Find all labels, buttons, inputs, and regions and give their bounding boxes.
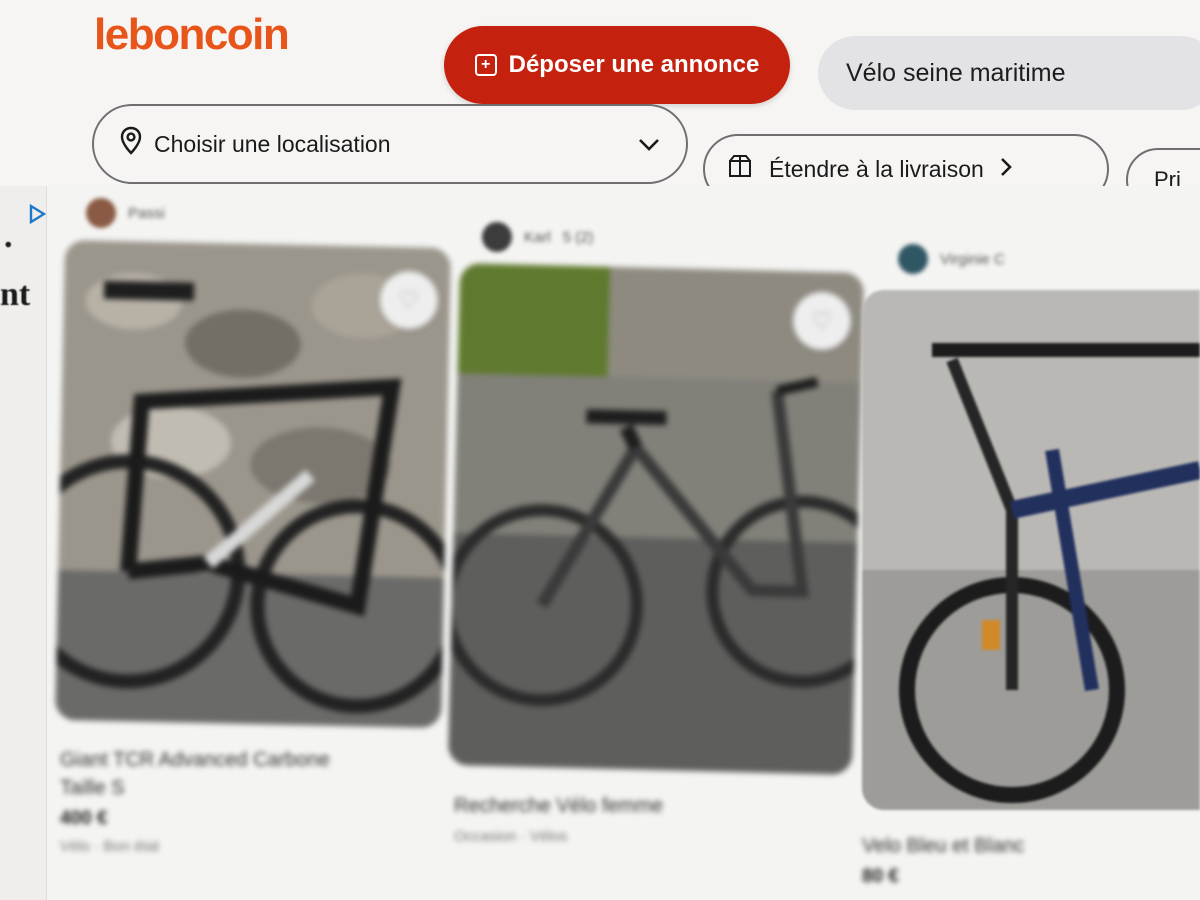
bike-photo-image: [862, 290, 1200, 810]
avatar: [482, 222, 512, 252]
listing-title: Recherche Vélo femme: [454, 795, 663, 817]
side-text-fragment: . nt: [0, 218, 31, 314]
seller-info: Virginie C: [898, 244, 1200, 274]
package-icon: [727, 153, 753, 185]
seller-info: Passi: [86, 198, 446, 228]
logo[interactable]: leboncoin: [94, 10, 290, 60]
listing-price: 80 €: [862, 866, 899, 887]
deposit-ad-label: Déposer une annonce: [508, 51, 760, 78]
seller-name: Passi: [128, 204, 165, 222]
seller-info: Karl 5 (2): [482, 222, 858, 252]
listing-title: Velo Bleu et Blanc: [862, 835, 1025, 857]
seller-rating: 5 (2): [562, 228, 594, 246]
listing-title-line-2: Taille S: [60, 777, 125, 799]
listing-photo[interactable]: [862, 290, 1200, 810]
header: leboncoin + Déposer une annonce Vélo sei…: [0, 0, 1200, 212]
seller-name: Virginie C: [940, 250, 1005, 268]
location-placeholder: Choisir une localisation: [154, 130, 391, 157]
avatar: [898, 244, 928, 274]
location-selector[interactable]: Choisir une localisation: [92, 104, 688, 184]
plus-square-icon: +: [474, 54, 497, 76]
seller-name: Karl: [524, 228, 551, 246]
side-text-line-2: nt: [0, 276, 31, 313]
avatar: [86, 198, 116, 228]
search-input[interactable]: Vélo seine maritime: [818, 36, 1200, 110]
search-value: Vélo seine maritime: [846, 58, 1066, 87]
listing-photo[interactable]: ♡: [447, 263, 865, 775]
listing-meta: Occasion · Vélos: [454, 828, 568, 845]
listing-title: Giant TCR Advanced Carbone: [60, 749, 330, 771]
listing-card[interactable]: Karl 5 (2) ♡ Recherche Vélo femme Occasi…: [447, 222, 865, 845]
listing-info: Velo Bleu et Blanc 80 €: [862, 832, 1200, 888]
listing-price: 400 €: [60, 808, 108, 829]
ad-choices-icon[interactable]: [28, 203, 47, 229]
side-text-line-1: .: [4, 218, 13, 255]
location-pin-icon: [120, 126, 142, 162]
chevron-down-icon: [638, 131, 660, 158]
chevron-right-icon: [1000, 156, 1012, 183]
listing-meta: Vélo · Bon état: [60, 838, 160, 855]
deposit-ad-button[interactable]: + Déposer une annonce: [444, 26, 790, 104]
delivery-label: Étendre à la livraison: [769, 155, 984, 182]
listing-info: Recherche Vélo femme Occasion · Vélos: [454, 792, 858, 845]
listing-card[interactable]: Virginie C Velo Bleu et Blanc 80 €: [862, 244, 1200, 896]
listing-card[interactable]: Passi ♡ Giant TCR Advanced Carbone Taill…: [55, 198, 451, 855]
listing-photo[interactable]: ♡: [55, 240, 451, 728]
listing-info: Giant TCR Advanced Carbone Taille S 400 …: [60, 746, 446, 855]
